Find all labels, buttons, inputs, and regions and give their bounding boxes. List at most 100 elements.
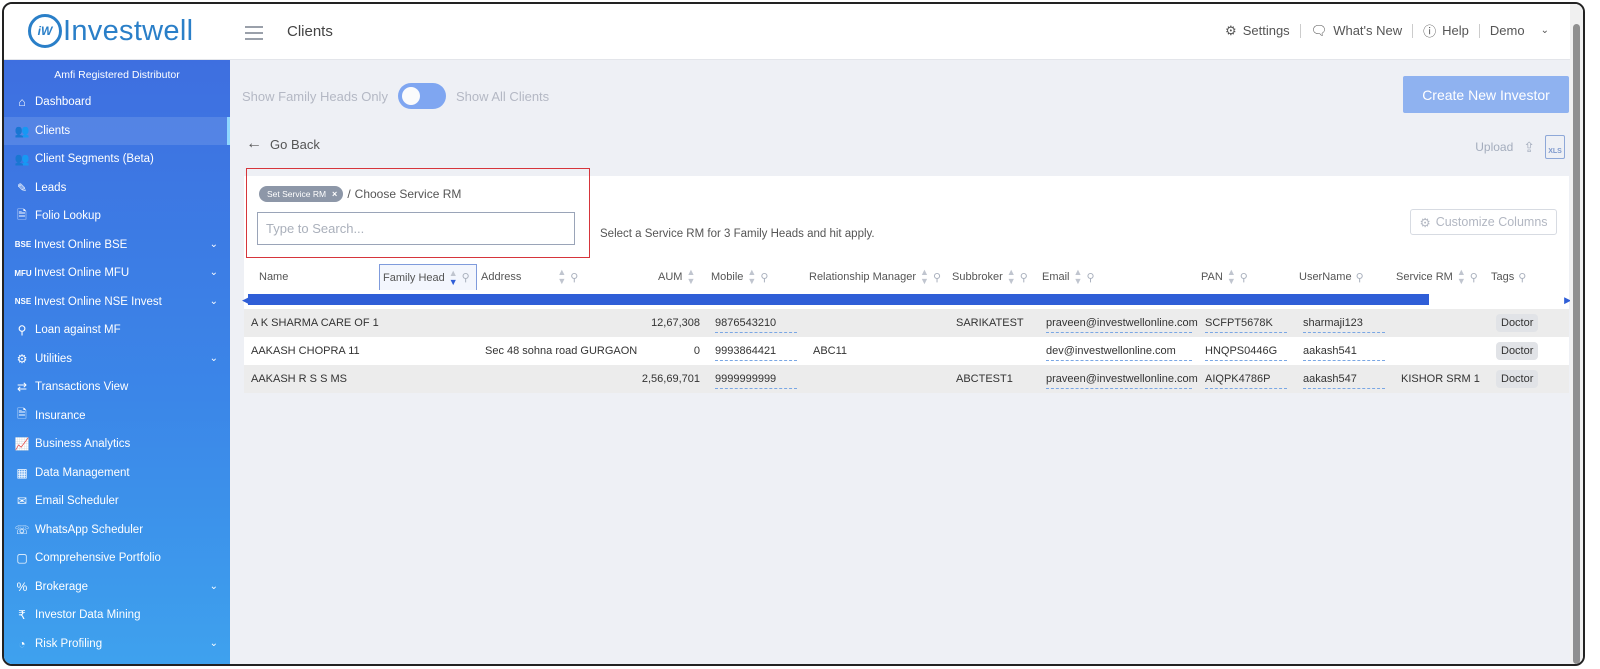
column-header-pan[interactable]: PAN ▲ ▼ ⚲ <box>1201 264 1248 290</box>
horizontal-scroll-thumb[interactable] <box>248 294 1429 305</box>
sidebar-item-label: Dashboard <box>35 96 92 109</box>
family-heads-toggle[interactable] <box>397 83 446 109</box>
close-icon[interactable]: × <box>332 189 337 199</box>
column-header-aum[interactable]: AUM ▲ ▼ <box>658 264 695 290</box>
column-header-subbroker[interactable]: Subbroker ▲ ▼ ⚲ <box>952 264 1028 290</box>
cell-email[interactable]: praveen@investwellonline.com <box>1046 313 1198 333</box>
cell-mobile[interactable]: 9876543210 <box>715 313 797 333</box>
users-icon: 👥 <box>14 123 30 138</box>
sidebar-item-invest-online-bse[interactable]: BSE Invest Online BSE ⌄ <box>4 231 230 260</box>
search-icon[interactable]: ⚲ <box>462 271 470 284</box>
go-back-link[interactable]: ← Go Back <box>246 135 320 153</box>
cell-pan[interactable]: AIQPK4786P <box>1205 369 1287 389</box>
cell-username[interactable]: sharmaji123 <box>1303 313 1385 333</box>
search-icon[interactable]: ⚲ <box>1086 271 1094 284</box>
mining-icon: ₹ <box>18 608 26 623</box>
sort-icon[interactable]: ▲ ▼ <box>1457 268 1466 286</box>
investwell-logo[interactable]: iW Investwell <box>28 14 193 48</box>
customize-columns-button[interactable]: ⚙ Customize Columns <box>1410 209 1557 235</box>
sidebar-item-utilities[interactable]: ⚙ Utilities ⌄ <box>4 345 230 374</box>
tag-badge[interactable]: Doctor <box>1496 342 1539 360</box>
column-header-tags[interactable]: Tags ⚲ <box>1491 264 1526 290</box>
sidebar-item-dashboard[interactable]: ⌂ Dashboard <box>4 88 230 117</box>
column-header-address[interactable]: Address ▲ ▼ ⚲ <box>481 264 578 290</box>
sidebar-item-business-analytics[interactable]: 📈 Business Analytics <box>4 430 230 459</box>
sort-icon[interactable]: ▲ ▼ <box>1007 268 1016 286</box>
sidebar-item-client-segments-beta[interactable]: 👥 Client Segments (Beta) <box>4 145 230 174</box>
horizontal-scrollbar[interactable]: ◀ ▶ <box>242 294 1571 305</box>
data-icon: ▦ <box>16 465 28 480</box>
sort-icon[interactable]: ▲ ▼ <box>920 268 929 286</box>
cell-username[interactable]: aakash541 <box>1303 341 1385 361</box>
sidebar-item-label: Business Analytics <box>35 438 131 451</box>
cell-pan[interactable]: HNQPS0446G <box>1205 341 1287 361</box>
help-link[interactable]: ⓘ Help <box>1413 21 1479 40</box>
cell-email[interactable]: dev@investwellonline.com <box>1046 341 1192 361</box>
search-icon[interactable]: ⚲ <box>1470 271 1478 284</box>
search-icon[interactable]: ⚲ <box>1240 271 1248 284</box>
sidebar-item-invest-online-nse-invest[interactable]: NSE Invest Online NSE Invest ⌄ <box>4 288 230 317</box>
upload-icon[interactable]: ⇪ <box>1523 139 1535 156</box>
whats-new-link[interactable]: 🗨 What's New <box>1301 23 1412 39</box>
set-service-rm-chip[interactable]: Set Service RM × <box>259 186 344 202</box>
column-header-relationship-manager[interactable]: Relationship Manager ▲ ▼ ⚲ <box>809 264 941 290</box>
column-header-email[interactable]: Email ▲ ▼ ⚲ <box>1042 264 1095 290</box>
search-icon[interactable]: ⚲ <box>570 271 578 284</box>
column-header-name[interactable]: Name <box>259 264 288 290</box>
sidebar-item-insurance[interactable]: 🗎 Insurance <box>4 402 230 431</box>
search-icon[interactable]: ⚲ <box>1518 271 1526 284</box>
sort-icon[interactable]: ▲ ▼ <box>449 268 458 287</box>
column-header-service-rm[interactable]: Service RM ▲ ▼ ⚲ <box>1396 264 1478 290</box>
column-header-mobile[interactable]: Mobile ▲ ▼ ⚲ <box>711 264 768 290</box>
sort-icon[interactable]: ▲ ▼ <box>747 268 756 286</box>
sidebar-item-loan-against-mf[interactable]: ⚲ Loan against MF <box>4 316 230 345</box>
hamburger-menu-icon[interactable] <box>245 26 263 40</box>
sidebar-item-comprehensive-portfolio[interactable]: ▢ Comprehensive Portfolio <box>4 544 230 573</box>
search-icon[interactable]: ⚲ <box>933 271 941 284</box>
column-header-family-head[interactable]: Family Head ▲ ▼ ⚲ <box>379 264 477 290</box>
cell-aum: 12,67,308 <box>651 317 700 329</box>
vertical-scrollbar[interactable] <box>1570 4 1583 664</box>
sidebar-item-whatsapp-scheduler[interactable]: ☏ WhatsApp Scheduler <box>4 516 230 545</box>
cell-username[interactable]: aakash547 <box>1303 369 1385 389</box>
cell-pan[interactable]: SCFPT5678K <box>1205 313 1287 333</box>
sidebar-item-brokerage[interactable]: % Brokerage ⌄ <box>4 573 230 602</box>
cell-mobile[interactable]: 9999999999 <box>715 369 797 389</box>
sidebar-item-folio-lookup[interactable]: 🗎 Folio Lookup <box>4 202 230 231</box>
sort-icon[interactable]: ▲ ▼ <box>557 268 566 286</box>
column-header-username[interactable]: UserName ⚲ <box>1299 264 1364 290</box>
sidebar-item-transactions-view[interactable]: ⇄ Transactions View <box>4 373 230 402</box>
sidebar-item-email-scheduler[interactable]: ✉ Email Scheduler <box>4 487 230 516</box>
user-menu[interactable]: Demo ⌄ <box>1480 23 1559 38</box>
sidebar-item-label: Risk Profiling <box>35 637 103 650</box>
sidebar-item-leads[interactable]: ✎ Leads <box>4 174 230 203</box>
xls-download-icon[interactable]: XLS <box>1545 135 1565 159</box>
upload-label[interactable]: Upload <box>1475 140 1513 154</box>
sidebar-item-data-management[interactable]: ▦ Data Management <box>4 459 230 488</box>
service-rm-search-input[interactable] <box>257 212 575 245</box>
table-row[interactable]: AAKASH CHOPRA 11 Sec 48 sohna road GURGAO… <box>244 337 1569 365</box>
search-icon[interactable]: ⚲ <box>1356 271 1364 284</box>
sort-icon[interactable]: ▲ ▼ <box>686 268 695 286</box>
vertical-scroll-thumb[interactable] <box>1573 24 1580 664</box>
tag-badge[interactable]: Doctor <box>1496 314 1539 332</box>
search-icon[interactable]: ⚲ <box>1020 271 1028 284</box>
sort-icon[interactable]: ▲ ▼ <box>1227 268 1236 286</box>
table-row[interactable]: AAKASH R S S MS 2,56,69,701 9999999999 ABCT… <box>244 365 1569 393</box>
sidebar-item-invest-online-mfu[interactable]: MFU Invest Online MFU ⌄ <box>4 259 230 288</box>
settings-link[interactable]: ⚙ Settings <box>1215 23 1300 39</box>
logo-text: Investwell <box>63 14 194 47</box>
tag-badge[interactable]: Doctor <box>1496 370 1539 388</box>
sort-icon[interactable]: ▲ ▼ <box>1074 268 1083 286</box>
sidebar-item-risk-profiling[interactable]: ◔ Risk Profiling ⌄ <box>4 630 230 659</box>
cell-aum: 0 <box>693 345 700 357</box>
create-new-investor-button[interactable]: Create New Investor <box>1403 76 1569 113</box>
cell-email[interactable]: praveen@investwellonline.com <box>1046 369 1198 389</box>
top-right-menu: ⚙ Settings 🗨 What's New ⓘ Help Demo ⌄ <box>1215 21 1559 40</box>
table-row[interactable]: A K SHARMA CARE OF 1 12,67,308 9876543210 S… <box>244 309 1569 337</box>
chevron-down-icon: ⌄ <box>209 267 218 278</box>
search-icon[interactable]: ⚲ <box>760 271 768 284</box>
sidebar-item-clients[interactable]: 👥 Clients <box>4 116 230 145</box>
cell-mobile[interactable]: 9993864421 <box>715 341 797 361</box>
sidebar-item-investor-data-mining[interactable]: ₹ Investor Data Mining <box>4 601 230 630</box>
